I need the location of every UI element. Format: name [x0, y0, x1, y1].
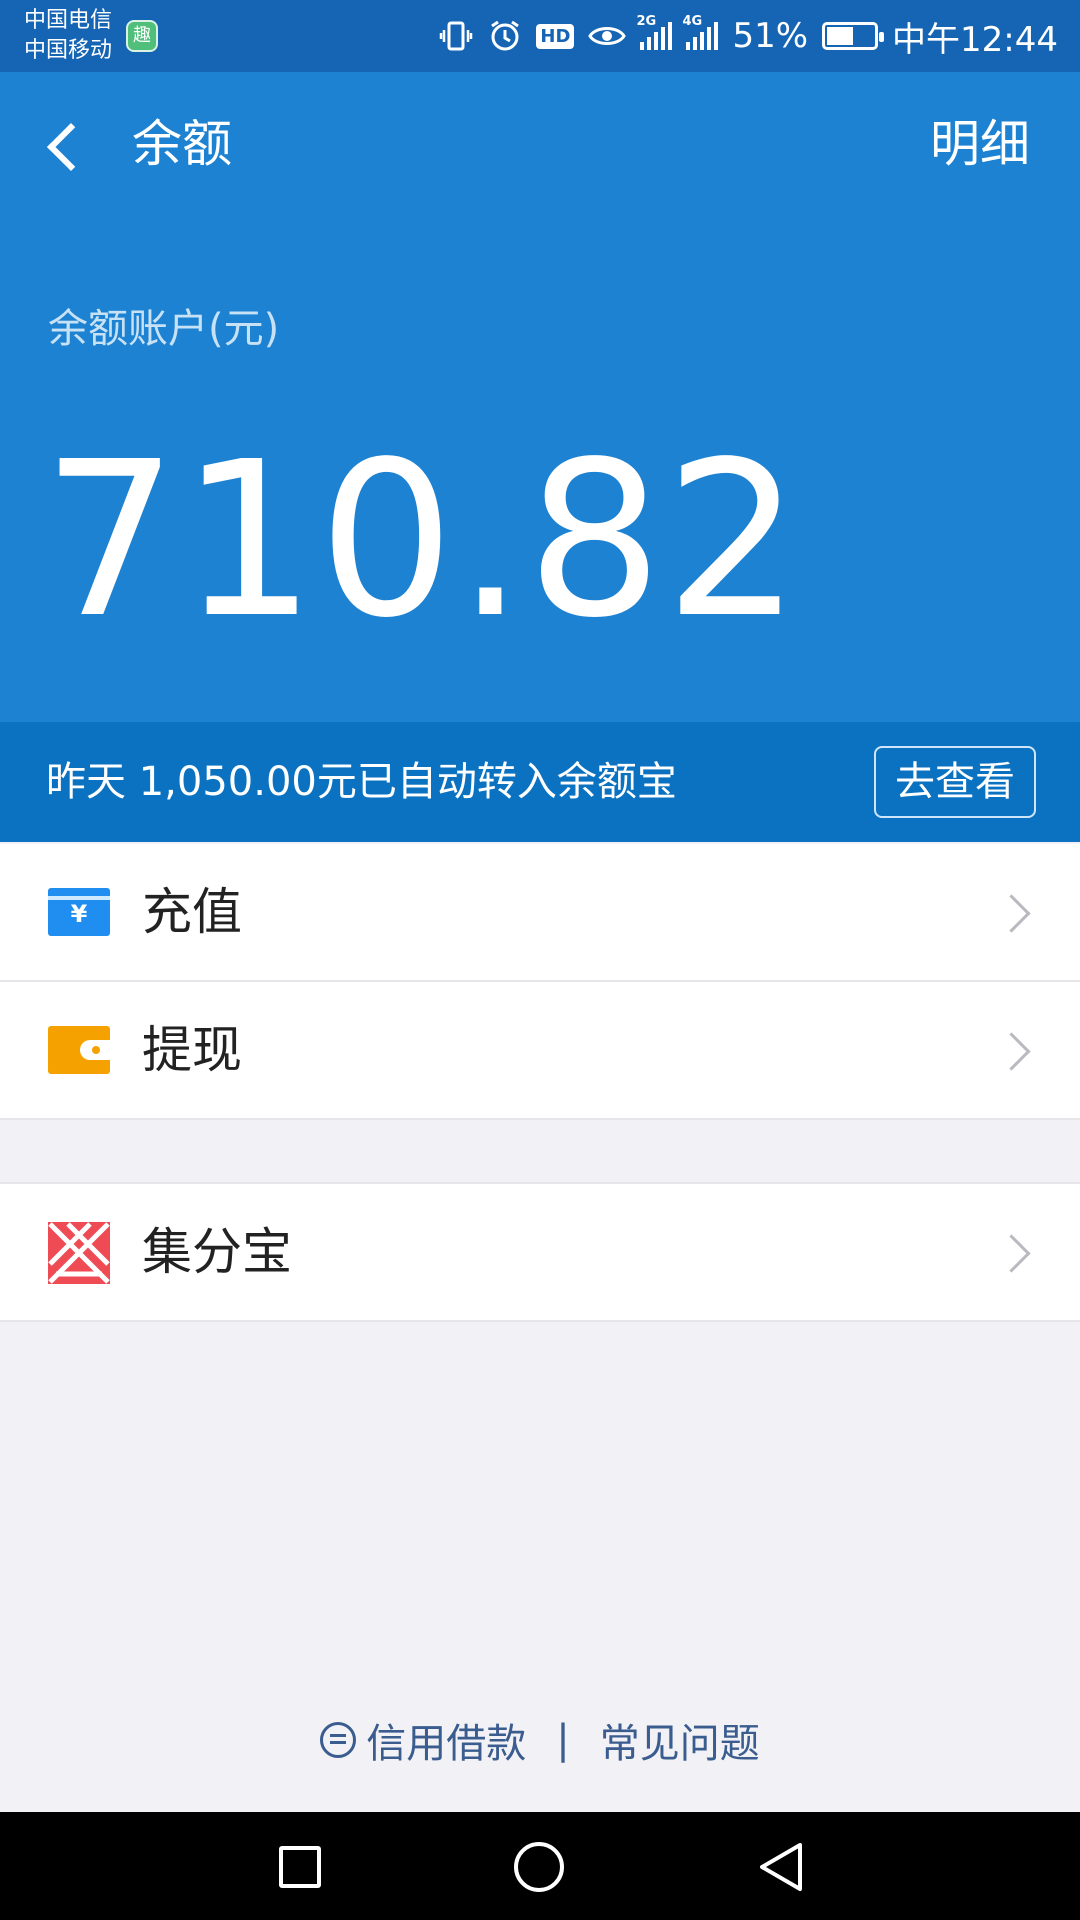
credit-loan-link[interactable]: 信用借款 [366, 1711, 526, 1769]
divider [0, 1118, 1080, 1120]
carrier-1: 中国电信 [24, 8, 113, 33]
clock: 中午12:44 [892, 19, 1058, 60]
battery-icon [822, 22, 885, 50]
detail-link[interactable]: 明细 [930, 112, 1030, 176]
hd-icon: HD [536, 23, 575, 49]
carrier-2: 中国移动 [24, 38, 113, 63]
alarm-icon [488, 19, 522, 53]
signal-4g-icon: 4G [682, 14, 719, 50]
menu-item-withdraw[interactable]: 提现 [0, 982, 1080, 1118]
notice-text: 昨天 1,050.00元已自动转入余额宝 [46, 759, 677, 805]
footer-separator: | [556, 1717, 570, 1763]
view-button[interactable]: 去查看 [874, 746, 1036, 818]
vibrate-icon [438, 18, 474, 54]
points-icon [48, 1222, 110, 1284]
chevron-right-icon [998, 894, 1032, 928]
withdraw-icon [48, 1026, 110, 1074]
page-title: 余额 [132, 115, 232, 173]
eye-comfort-icon [588, 21, 627, 51]
signal-2g-icon: 2G [636, 14, 673, 50]
divider [0, 1320, 1080, 1322]
credit-loan-icon [320, 1722, 357, 1758]
back-button[interactable] [40, 116, 90, 176]
account-label: 余额账户(元) [48, 306, 280, 352]
status-bar: 中国电信 中国移动 趣 HD 2G 4G 51% 中午12:44 [0, 0, 1080, 72]
carrier-info: 中国电信 中国移动 [24, 6, 112, 66]
auto-transfer-notice: 昨天 1,050.00元已自动转入余额宝 去查看 [0, 722, 1080, 842]
footer-links: 信用借款 | 常见问题 [0, 1712, 1080, 1768]
system-nav-bar [0, 1812, 1080, 1920]
chevron-right-icon [998, 1032, 1032, 1066]
menu-item-label: 充值 [142, 883, 242, 941]
home-icon[interactable] [514, 1842, 564, 1892]
status-icons: HD 2G 4G 51% 中午12:44 [438, 14, 1058, 60]
recent-apps-icon[interactable] [279, 1846, 321, 1888]
balance-header: 余额 明细 余额账户(元) 710.82 [0, 72, 1080, 722]
menu-item-points[interactable]: 集分宝 [0, 1184, 1080, 1320]
chevron-right-icon [998, 1234, 1032, 1268]
battery-percent: 51% [732, 16, 809, 56]
menu-item-label: 提现 [142, 1021, 242, 1079]
menu-item-recharge[interactable]: ¥ 充值 [0, 844, 1080, 980]
app-notification-icon: 趣 [126, 20, 158, 52]
balance-amount: 710.82 [42, 416, 803, 665]
recharge-icon: ¥ [48, 888, 110, 936]
menu-item-label: 集分宝 [142, 1223, 292, 1281]
faq-link[interactable]: 常见问题 [600, 1711, 760, 1769]
